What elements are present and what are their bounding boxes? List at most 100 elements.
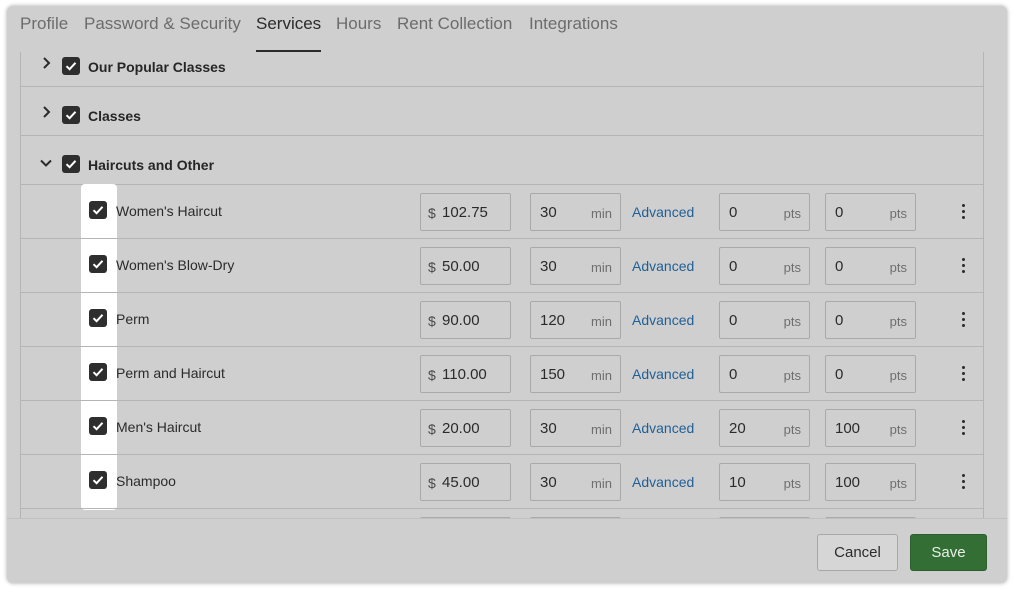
points-unit: pts (889, 476, 907, 491)
points-unit: pts (783, 368, 801, 383)
duration-value: 30 (540, 474, 557, 491)
tab-integrations[interactable]: Integrations (529, 6, 618, 52)
advanced-link[interactable]: Advanced (632, 366, 694, 382)
points-input[interactable]: 100 pts (825, 463, 916, 501)
service-checkbox[interactable] (89, 255, 107, 273)
points-input[interactable]: 0 pts (719, 247, 810, 285)
price-input[interactable]: $110.00 (420, 355, 511, 393)
price-value: 90.00 (442, 312, 480, 329)
points-unit: pts (783, 314, 801, 329)
advanced-link[interactable]: Advanced (632, 420, 694, 436)
service-checkbox[interactable] (89, 417, 107, 435)
chevron-right-icon[interactable] (39, 105, 53, 119)
more-options-icon[interactable] (959, 365, 969, 383)
tab-profile[interactable]: Profile (20, 6, 68, 52)
save-button[interactable]: Save (910, 534, 987, 571)
tab-rent-collection[interactable]: Rent Collection (397, 6, 512, 52)
currency-symbol: $ (428, 475, 436, 491)
duration-unit: min (591, 314, 612, 329)
tab-hours[interactable]: Hours (336, 6, 381, 52)
price-input[interactable]: $20.00 (420, 409, 511, 447)
points-value: 10 (729, 474, 746, 491)
chevron-right-icon[interactable] (39, 56, 53, 70)
cancel-button[interactable]: Cancel (817, 534, 898, 571)
duration-unit: min (591, 422, 612, 437)
price-input[interactable]: $102.75 (420, 193, 511, 231)
price-value: 110.00 (442, 366, 487, 383)
more-options-icon[interactable] (959, 419, 969, 437)
duration-value: 30 (540, 204, 557, 221)
more-options-icon[interactable] (959, 473, 969, 491)
chevron-down-icon[interactable] (39, 156, 53, 170)
service-checkbox[interactable] (89, 363, 107, 381)
duration-input[interactable]: 30 min (530, 409, 621, 447)
service-name: Perm and Haircut (116, 365, 225, 381)
service-name: Women's Haircut (116, 203, 222, 219)
tab-password-security[interactable]: Password & Security (84, 6, 241, 52)
service-row (21, 509, 983, 518)
group-checkbox-haircuts-and-other[interactable] (62, 155, 80, 173)
tab-services[interactable]: Services (256, 6, 322, 52)
points-value: 0 (835, 312, 844, 329)
points-value: 0 (835, 204, 844, 221)
points-value: 20 (729, 420, 746, 437)
points-unit: pts (889, 206, 907, 221)
more-options-icon[interactable] (959, 203, 969, 221)
points-value: 0 (729, 204, 738, 221)
points-input[interactable]: 20 pts (719, 409, 810, 447)
services-panel: Our Popular Classes Classes Haircuts and… (20, 52, 984, 518)
duration-value: 30 (540, 258, 557, 275)
points-value: 100 (835, 474, 861, 491)
settings-window: Profile Password & Security Services Hou… (7, 6, 1007, 583)
group-label: Our Popular Classes (88, 59, 226, 75)
service-row: Women's Haircut $102.75 30 min Advanced 0 pts 0… (21, 185, 983, 239)
duration-input[interactable]: 30 min (530, 463, 621, 501)
group-row-our-popular-classes[interactable]: Our Popular Classes (21, 52, 983, 87)
advanced-link[interactable]: Advanced (632, 474, 694, 490)
duration-unit: min (591, 206, 612, 221)
points-input[interactable]: 0 pts (825, 247, 916, 285)
duration-unit: min (591, 368, 612, 383)
group-row-classes[interactable]: Classes (21, 87, 983, 136)
points-input[interactable]: 0 pts (719, 355, 810, 393)
price-input[interactable]: $50.00 (420, 247, 511, 285)
service-checkbox[interactable] (89, 471, 107, 489)
points-input[interactable]: 0 pts (825, 355, 916, 393)
service-row: Perm $90.00 120 min Advanced 0 pts 0 pts (21, 293, 983, 347)
points-value: 100 (835, 420, 861, 437)
duration-unit: min (591, 260, 612, 275)
service-checkbox[interactable] (89, 201, 107, 219)
points-input[interactable]: 0 pts (719, 193, 810, 231)
points-unit: pts (889, 260, 907, 275)
points-input[interactable]: 0 pts (825, 301, 916, 339)
price-input[interactable]: $45.00 (420, 463, 511, 501)
points-unit: pts (889, 368, 907, 383)
service-checkbox[interactable] (89, 309, 107, 327)
price-input[interactable]: $90.00 (420, 301, 511, 339)
group-checkbox-classes[interactable] (62, 106, 80, 124)
points-input[interactable]: 10 pts (719, 463, 810, 501)
service-row: Women's Blow-Dry $50.00 30 min Advanced 0 pts 0… (21, 239, 983, 293)
footer-bar: Cancel Save (7, 518, 1007, 583)
advanced-link[interactable]: Advanced (632, 204, 694, 220)
duration-input[interactable]: 30 min (530, 247, 621, 285)
duration-input[interactable]: 30 min (530, 193, 621, 231)
points-value: 0 (835, 366, 844, 383)
points-unit: pts (889, 314, 907, 329)
points-value: 0 (835, 258, 844, 275)
advanced-link[interactable]: Advanced (632, 258, 694, 274)
price-value: 45.00 (442, 474, 480, 491)
points-input[interactable]: 100 pts (825, 409, 916, 447)
service-row: Shampoo $45.00 30 min Advanced 10 pts 100 pts (21, 455, 983, 509)
points-input[interactable]: 0 pts (719, 301, 810, 339)
points-unit: pts (783, 206, 801, 221)
more-options-icon[interactable] (959, 257, 969, 275)
advanced-link[interactable]: Advanced (632, 312, 694, 328)
group-checkbox-our-popular-classes[interactable] (62, 57, 80, 75)
price-value: 102.75 (442, 204, 488, 221)
more-options-icon[interactable] (959, 311, 969, 329)
duration-input[interactable]: 150 min (530, 355, 621, 393)
points-input[interactable]: 0 pts (825, 193, 916, 231)
group-row-haircuts-and-other[interactable]: Haircuts and Other (21, 136, 983, 185)
duration-input[interactable]: 120 min (530, 301, 621, 339)
